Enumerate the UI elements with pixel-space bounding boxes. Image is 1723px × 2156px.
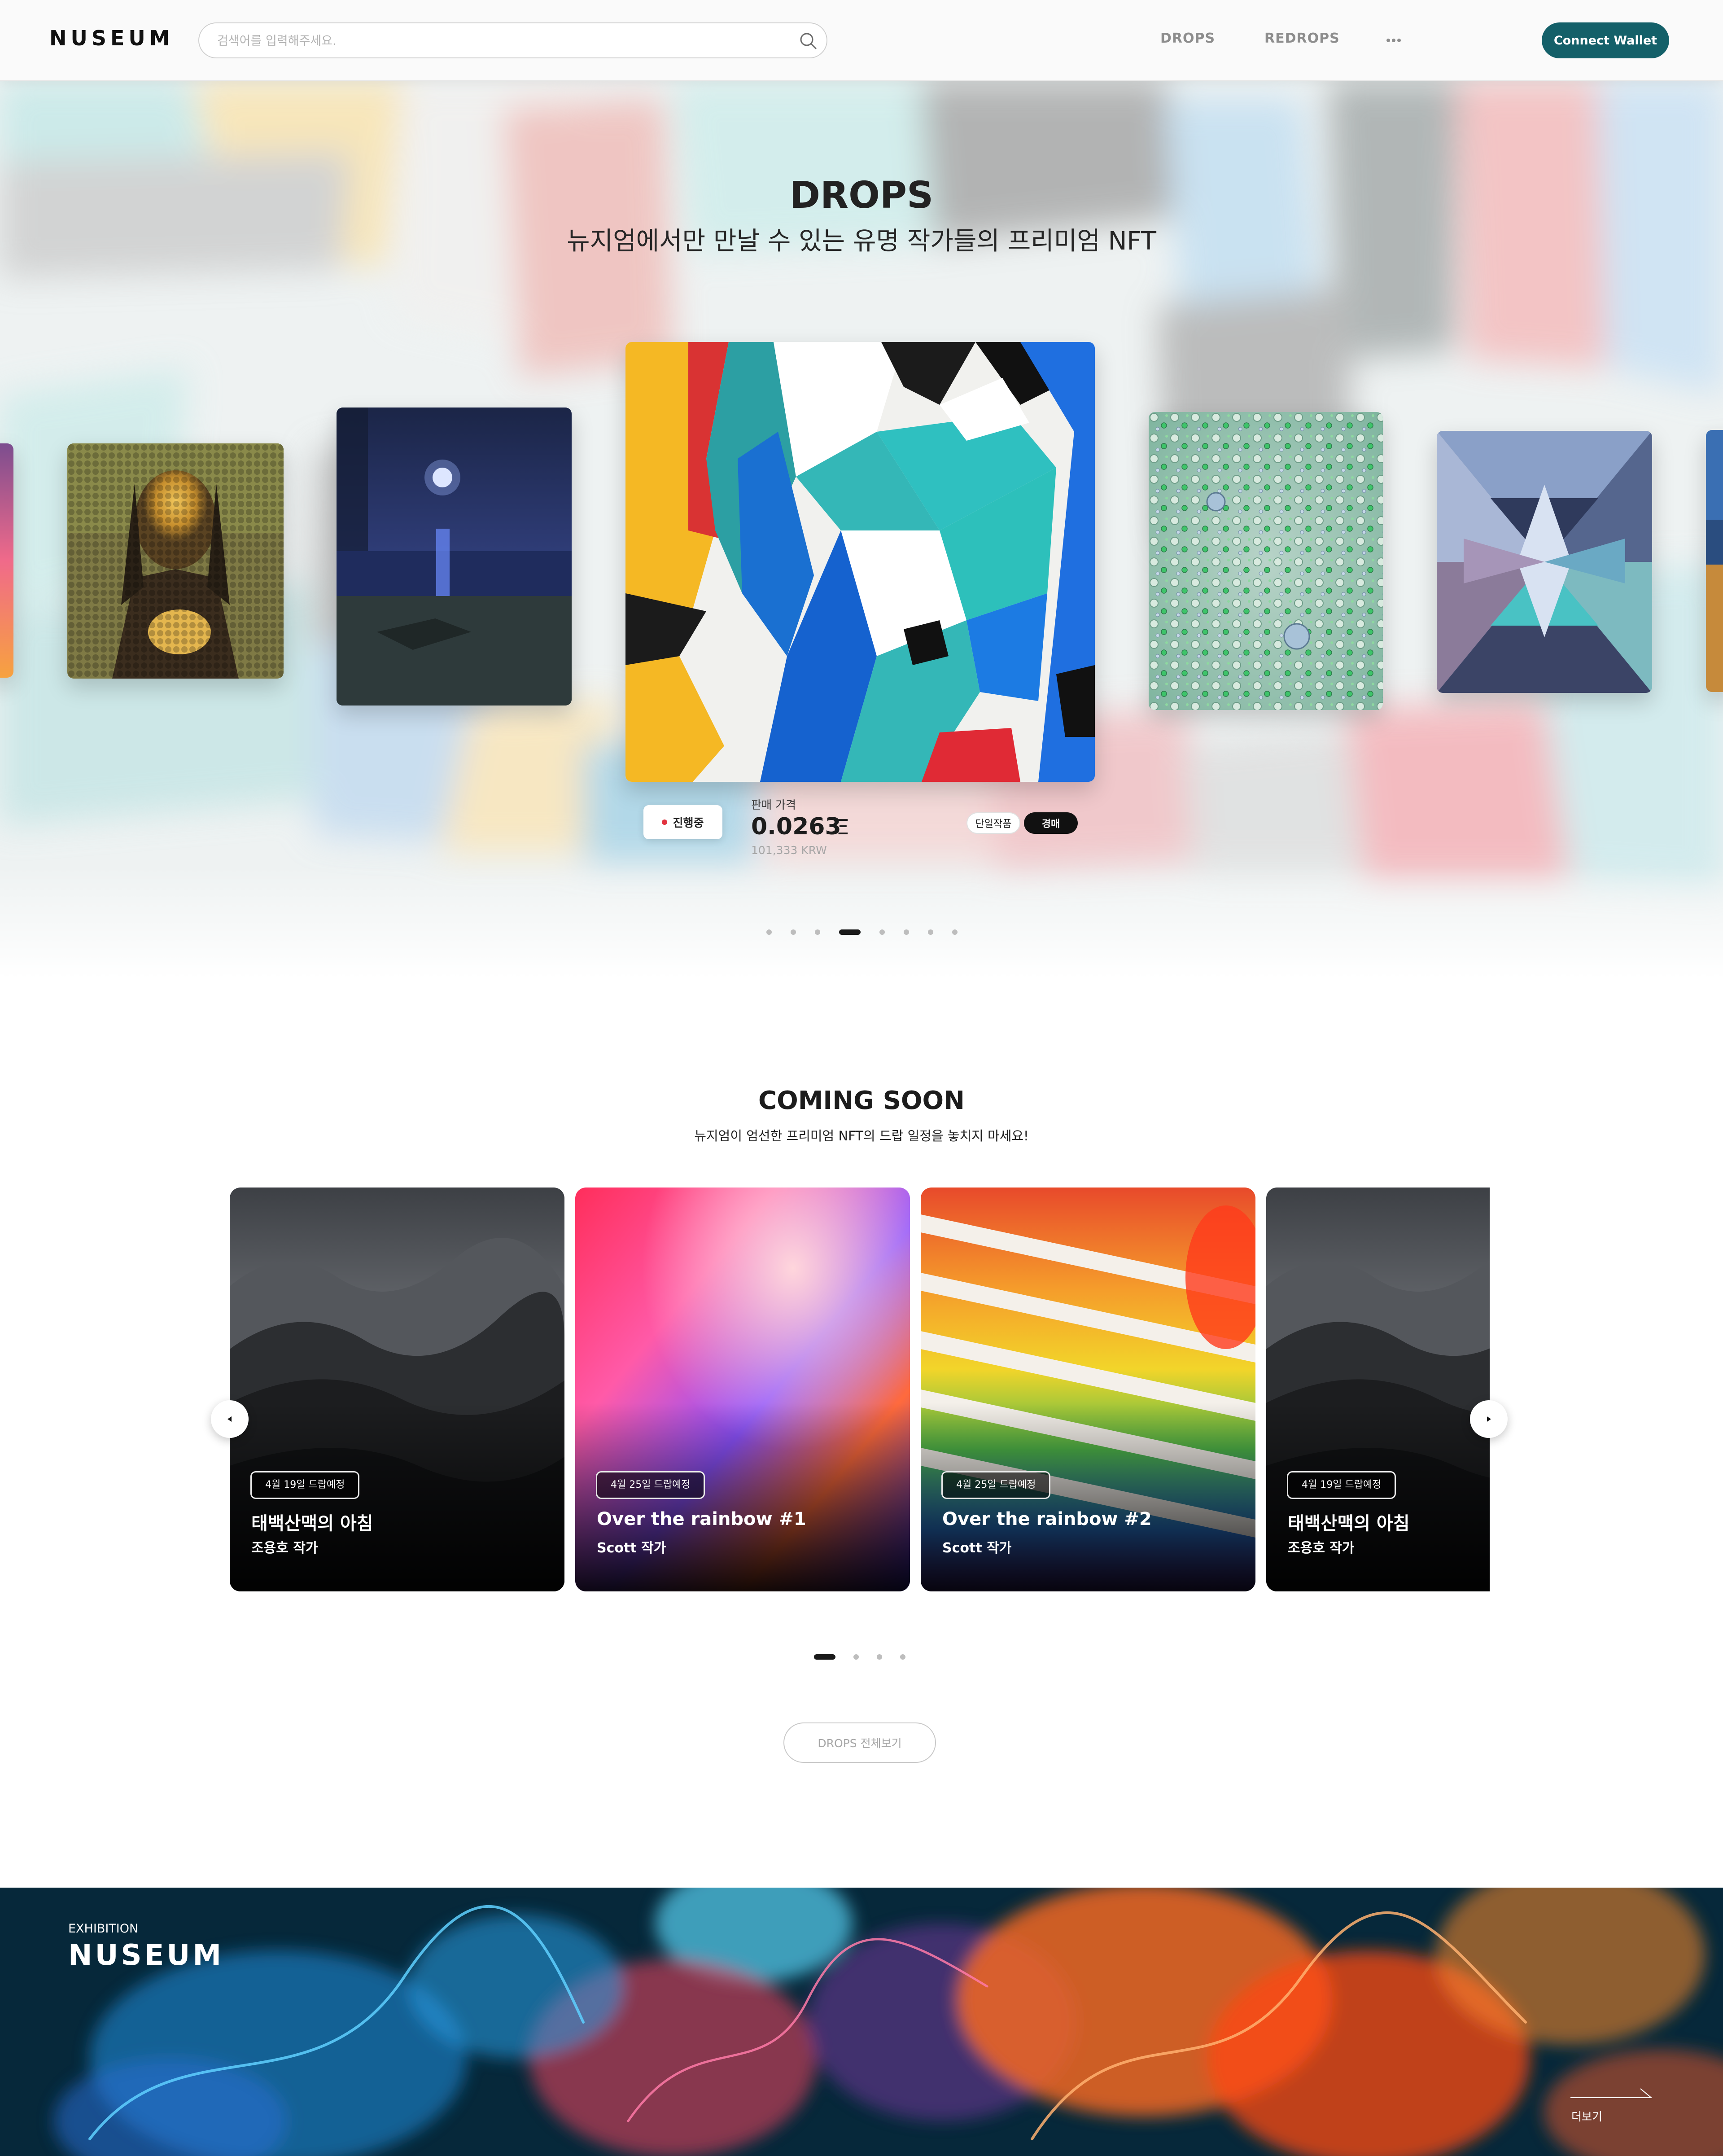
pixel-mona-lisa-artwork[interactable] (67, 443, 284, 679)
connect-wallet-button[interactable]: Connect Wallet (1542, 22, 1669, 58)
coming-soon-carousel: 4월 19일 드랍예정 태백산맥의 아침 조용호 작가 4월 25일 드랍예정 … (230, 1188, 1490, 1592)
nav-drops[interactable]: DROPS (1160, 31, 1215, 46)
exhibition-banner[interactable]: EXHIBITION NUSEUM 더보기 (0, 1888, 1723, 2156)
drop-date-badge: 4월 19일 드랍예정 (250, 1471, 360, 1499)
carousel-next-button[interactable] (1470, 1400, 1508, 1438)
sunset-artwork-thumbnail[interactable] (0, 443, 13, 678)
search-input[interactable] (217, 31, 774, 50)
search-bar[interactable] (198, 22, 827, 58)
drop-date-badge: 4월 19일 드랍예정 (1287, 1471, 1396, 1499)
caret-right-icon (1487, 1416, 1491, 1422)
featured-price-panel: 진행중 판매 가격 0.0263 Ξ 101,333 KRW 단일작품 경매 (625, 796, 1095, 859)
pagination-dot[interactable] (877, 1654, 882, 1660)
coming-soon-title: COMING SOON (758, 1086, 965, 1115)
crystal-prism-artwork[interactable] (1437, 431, 1652, 693)
pagination-dot-active[interactable] (814, 1654, 835, 1660)
drop-card-title: Over the rainbow #2 (942, 1509, 1152, 1529)
status-badge: 진행중 (643, 805, 722, 839)
search-icon[interactable] (799, 31, 818, 50)
site-header: NUSEUM DROPS REDROPS Connect Wallet (0, 0, 1723, 81)
site-logo[interactable]: NUSEUM (49, 26, 174, 50)
drop-card-artist: 조용호 작가 (251, 1540, 318, 1556)
drops-subtitle: 뉴지엄에서만 만날 수 있는 유명 작가들의 프리미엄 NFT (567, 227, 1156, 256)
coming-soon-pagination (0, 1652, 1723, 1661)
drop-date-badge: 4월 25일 드랍예정 (941, 1471, 1051, 1499)
drop-card-artist: Scott 작가 (942, 1540, 1012, 1556)
green-bubbles-artwork[interactable] (1149, 412, 1383, 710)
hero-bottom-fade (0, 866, 1723, 978)
abstract-painted-wall-artwork[interactable] (625, 342, 1095, 782)
tag-single-work: 단일작품 (966, 812, 1020, 834)
pagination-dot[interactable] (952, 929, 958, 935)
drop-card-title: 태백산맥의 아침 (1288, 1513, 1410, 1534)
drop-card[interactable]: 4월 19일 드랍예정 태백산맥의 아침 조용호 작가 (1266, 1188, 1490, 1591)
drop-card[interactable]: 4월 19일 드랍예정 태백산맥의 아침 조용호 작가 (230, 1188, 564, 1591)
drop-card-artist: 조용호 작가 (1288, 1540, 1355, 1556)
exhibition-label: EXHIBITION (68, 1922, 139, 1936)
price-krw: 101,333 KRW (751, 844, 827, 857)
drops-title: DROPS (789, 174, 934, 217)
drop-date-badge: 4월 25일 드랍예정 (596, 1471, 705, 1499)
drop-card[interactable]: 4월 25일 드랍예정 Over the rainbow #1 Scott 작가 (575, 1188, 910, 1591)
pagination-dot[interactable] (815, 929, 820, 935)
pagination-dot[interactable] (904, 929, 909, 935)
moonlit-sea-artwork[interactable] (337, 408, 572, 706)
tag-auction: 경매 (1024, 812, 1078, 834)
price-label: 판매 가격 (751, 798, 796, 811)
caret-left-icon (227, 1416, 232, 1422)
drop-card-title: 태백산맥의 아침 (251, 1513, 373, 1534)
ink-smoke-artwork (0, 1888, 1723, 2156)
drops-hero: DROPS 뉴지엄에서만 만날 수 있는 유명 작가들의 프리미엄 NFT 진행… (0, 81, 1723, 978)
more-menu-icon[interactable] (1385, 32, 1403, 48)
pagination-dot[interactable] (853, 1654, 859, 1660)
landscape-artwork-thumbnail[interactable] (1706, 430, 1723, 692)
pagination-dot[interactable] (766, 929, 772, 935)
drop-card[interactable]: 4월 25일 드랍예정 Over the rainbow #2 Scott 작가 (921, 1188, 1255, 1591)
drop-card-title: Over the rainbow #1 (597, 1509, 806, 1529)
pagination-dot[interactable] (928, 929, 933, 935)
live-dot-icon (662, 819, 668, 825)
price-value: 0.0263 (751, 813, 841, 840)
carousel-prev-button[interactable] (211, 1400, 249, 1438)
view-all-drops-button[interactable]: DROPS 전체보기 (783, 1722, 936, 1763)
arrow-right-icon[interactable] (1570, 2087, 1653, 2099)
pagination-dot-active[interactable] (839, 929, 861, 935)
coming-soon-subtitle: 뉴지엄이 엄선한 프리미엄 NFT의 드랍 일정을 놓치지 마세요! (694, 1128, 1029, 1144)
eth-icon: Ξ (836, 815, 850, 839)
pagination-dot[interactable] (900, 1654, 905, 1660)
pagination-dot[interactable] (879, 929, 885, 935)
more-link[interactable]: 더보기 (1571, 2108, 1602, 2124)
status-text: 진행중 (673, 816, 704, 829)
exhibition-logo: NUSEUM (68, 1939, 224, 1972)
drop-card-artist: Scott 작가 (597, 1540, 666, 1556)
hero-pagination (0, 928, 1723, 937)
pagination-dot[interactable] (791, 929, 796, 935)
nav-redrops[interactable]: REDROPS (1264, 31, 1340, 46)
